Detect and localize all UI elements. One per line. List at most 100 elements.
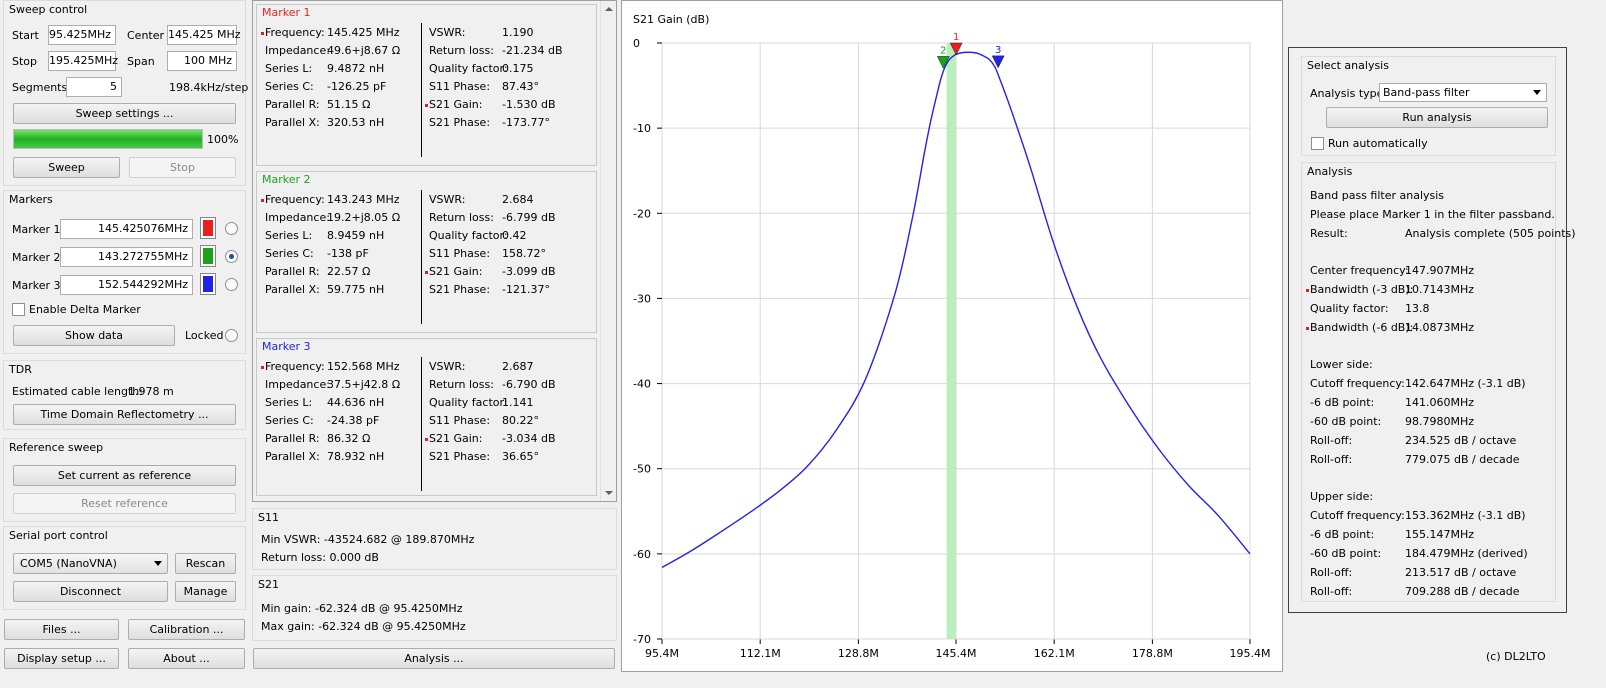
- marker-1-parallel-x-label: Parallel X:: [265, 116, 320, 129]
- sweep-button[interactable]: Sweep: [13, 157, 120, 178]
- marker-3-parallel-x-value: 78.932 nH: [327, 450, 385, 463]
- marker-1-frequency-field[interactable]: 145.425076MHz: [60, 219, 193, 239]
- serial-port-title: Serial port control: [9, 529, 108, 542]
- upper-cutoff-value: 153.362MHz (-3.1 dB): [1405, 509, 1526, 522]
- marker-3-chart-label: 3: [995, 45, 1001, 56]
- marker-3-s21-gain-value: -3.034 dB: [502, 432, 556, 445]
- lower-cutoff-label: Cutoff frequency:: [1310, 377, 1405, 390]
- sweep-settings-button[interactable]: Sweep settings ...: [13, 103, 236, 124]
- analysis-type-value: Band-pass filter: [1383, 86, 1470, 99]
- run-analysis-button[interactable]: Run analysis: [1326, 107, 1548, 128]
- marker-2-impedance-label: Impedance:: [265, 211, 330, 224]
- marker-2-color-button[interactable]: [200, 245, 216, 267]
- delta-marker-label: Enable Delta Marker: [29, 303, 141, 316]
- marker-1-panel: Marker 1 Frequency: 145.425 MHz Impedanc…: [256, 4, 597, 166]
- upper-rolloff-octave-value: 213.517 dB / octave: [1405, 566, 1517, 579]
- delta-marker-checkbox[interactable]: [12, 303, 25, 316]
- segments-field[interactable]: 5: [66, 77, 122, 97]
- manage-button[interactable]: Manage: [175, 581, 236, 602]
- marker-2-s21-phase-value: -121.37°: [502, 283, 550, 296]
- marker-1-series-l-label: Series L:: [265, 62, 313, 75]
- marker-2-series-l-value: 8.9459 nH: [327, 229, 385, 242]
- lower-60db-label: -60 dB point:: [1310, 415, 1382, 428]
- tdr-title: TDR: [9, 363, 32, 376]
- x-tick-label: 128.8M: [838, 647, 879, 660]
- marker-3-label: Marker 3: [12, 279, 61, 292]
- bandwidth-6db-value: 14.0873MHz: [1405, 321, 1475, 334]
- marker-3-title: Marker 3: [262, 340, 311, 353]
- marker-data-scrollbar[interactable]: [600, 1, 616, 501]
- marker-1-divider: [421, 23, 422, 157]
- marker-3-series-l-label: Series L:: [265, 396, 313, 409]
- display-setup-button[interactable]: Display setup ...: [4, 648, 119, 669]
- lower-6db-label: -6 dB point:: [1310, 396, 1375, 409]
- marker-1-series-c-value: -126.25 pF: [327, 80, 387, 93]
- marker-2-panel: Marker 2 Frequency: 143.243 MHz Impedanc…: [256, 171, 597, 333]
- marker-1-parallel-r-label: Parallel R:: [265, 98, 320, 111]
- tdr-button[interactable]: Time Domain Reflectometry ...: [13, 404, 236, 425]
- locked-radio[interactable]: [225, 329, 238, 342]
- files-button[interactable]: Files ...: [4, 619, 119, 640]
- marker-2-series-l-label: Series L:: [265, 229, 313, 242]
- analysis-results-title: Analysis: [1307, 165, 1353, 178]
- port-select[interactable]: COM5 (NanoVNA): [13, 553, 168, 574]
- marker-1-series-l-value: 9.4872 nH: [327, 62, 385, 75]
- result-label: Result:: [1310, 227, 1348, 240]
- center-field[interactable]: 145.425 MHz: [167, 25, 241, 45]
- stop-button[interactable]: Stop: [129, 157, 236, 178]
- s11-title: S11: [258, 511, 279, 524]
- calibration-button[interactable]: Calibration ...: [128, 619, 245, 640]
- marker-3-divider: [421, 357, 422, 491]
- show-data-button[interactable]: Show data: [13, 325, 175, 346]
- marker-2-quality-factor-label: Quality factor:: [429, 229, 508, 242]
- s21-chart-panel[interactable]: S21 Gain (dB) 12 3 95.4M 112.1M 128.8M 145.4…: [621, 0, 1283, 672]
- lower-rolloff-octave-label: Roll-off:: [1310, 434, 1353, 447]
- serial-port-group: Serial port control COM5 (NanoVNA) Resca…: [3, 526, 246, 610]
- marker-2-series-c-value: -138 pF: [327, 247, 369, 260]
- marker-1-radio[interactable]: [225, 222, 238, 235]
- y-tick-label: -50: [633, 463, 651, 476]
- y-tick-label: -10: [633, 122, 651, 135]
- y-tick-label: -70: [633, 633, 651, 646]
- span-field[interactable]: 100 MHz: [167, 51, 237, 71]
- x-tick-label: 162.1M: [1034, 647, 1075, 660]
- marker-2-s11-phase-value: 158.72°: [502, 247, 546, 260]
- chart-title: S21 Gain (dB): [633, 13, 709, 26]
- set-reference-button[interactable]: Set current as reference: [13, 465, 236, 486]
- marker-2-series-c-label: Series C:: [265, 247, 314, 260]
- about-button[interactable]: About ...: [128, 648, 245, 669]
- run-automatically-label: Run automatically: [1328, 137, 1428, 150]
- marker-3-frequency-field[interactable]: 152.544292MHz: [60, 275, 193, 295]
- start-label: Start: [12, 29, 39, 42]
- scroll-down-icon[interactable]: [605, 491, 613, 495]
- marker-3-parallel-x-label: Parallel X:: [265, 450, 320, 463]
- stop-field[interactable]: 195.425MHz: [48, 51, 118, 71]
- marker-2-radio[interactable]: [225, 250, 238, 263]
- marker-1-vswr-label: VSWR:: [429, 26, 466, 39]
- marker-1-color-button[interactable]: [200, 217, 216, 239]
- marker-3-color-button[interactable]: [200, 273, 216, 295]
- lower-rolloff-decade-label: Roll-off:: [1310, 453, 1353, 466]
- analysis-instruction: Please place Marker 1 in the filter pass…: [1310, 208, 1555, 221]
- marker-3-frequency-label: Frequency:: [261, 360, 325, 373]
- analysis-button[interactable]: Analysis ...: [253, 648, 615, 669]
- marker-1-label: Marker 1: [12, 223, 61, 236]
- markers-title: Markers: [9, 193, 53, 206]
- chevron-down-icon: [154, 561, 162, 566]
- analysis-type-select[interactable]: Band-pass filter: [1379, 83, 1547, 102]
- marker-2-label: Marker 2: [12, 251, 61, 264]
- marker-1-impedance-label: Impedance:: [265, 44, 330, 57]
- marker-2-title: Marker 2: [262, 173, 311, 186]
- result-value: Analysis complete (505 points): [1405, 227, 1576, 240]
- marker-2-frequency-field[interactable]: 143.272755MHz: [60, 247, 193, 267]
- marker-1-chart-label: 1: [953, 32, 959, 43]
- scroll-up-icon[interactable]: [605, 7, 613, 11]
- run-automatically-checkbox[interactable]: [1311, 137, 1324, 150]
- rescan-button[interactable]: Rescan: [175, 553, 236, 574]
- start-field[interactable]: 95.425MHz: [48, 25, 116, 45]
- marker-3-radio[interactable]: [225, 278, 238, 291]
- reset-reference-button[interactable]: Reset reference: [13, 493, 236, 514]
- select-analysis-title: Select analysis: [1307, 59, 1389, 72]
- disconnect-button[interactable]: Disconnect: [13, 581, 168, 602]
- stop-label: Stop: [12, 55, 38, 68]
